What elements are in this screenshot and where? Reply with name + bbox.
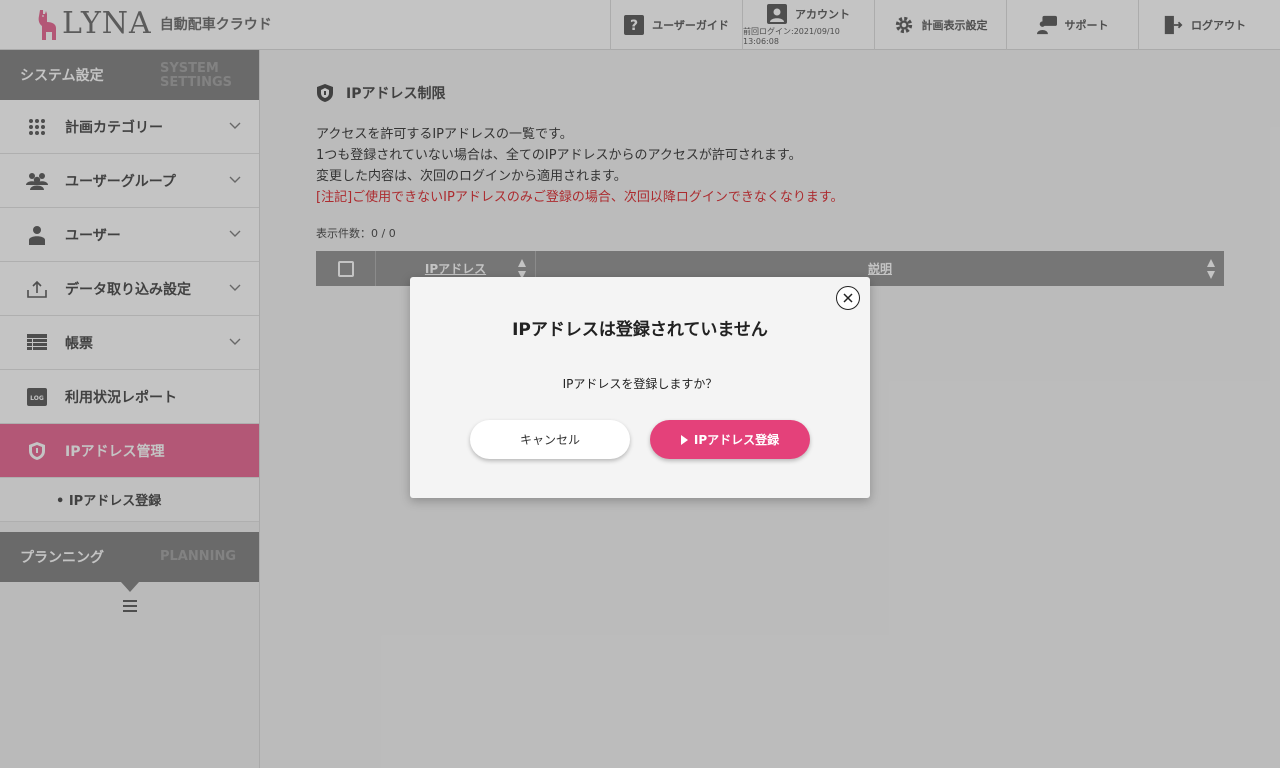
play-icon <box>680 434 688 445</box>
close-icon <box>843 293 853 303</box>
register-ip-button[interactable]: IPアドレス登録 <box>650 420 810 459</box>
register-ip-label: IPアドレス登録 <box>693 433 780 447</box>
cancel-label: キャンセル <box>519 433 580 447</box>
dialog-title: IPアドレスは登録されていません <box>512 320 768 340</box>
dialog-message: IPアドレスを登録しますか？ <box>562 377 718 391</box>
close-button[interactable] <box>836 286 860 310</box>
cancel-button[interactable]: キャンセル <box>470 420 630 459</box>
confirm-dialog: IPアドレスは登録されていません IPアドレスを登録しますか？ キャンセル IP… <box>410 277 870 498</box>
